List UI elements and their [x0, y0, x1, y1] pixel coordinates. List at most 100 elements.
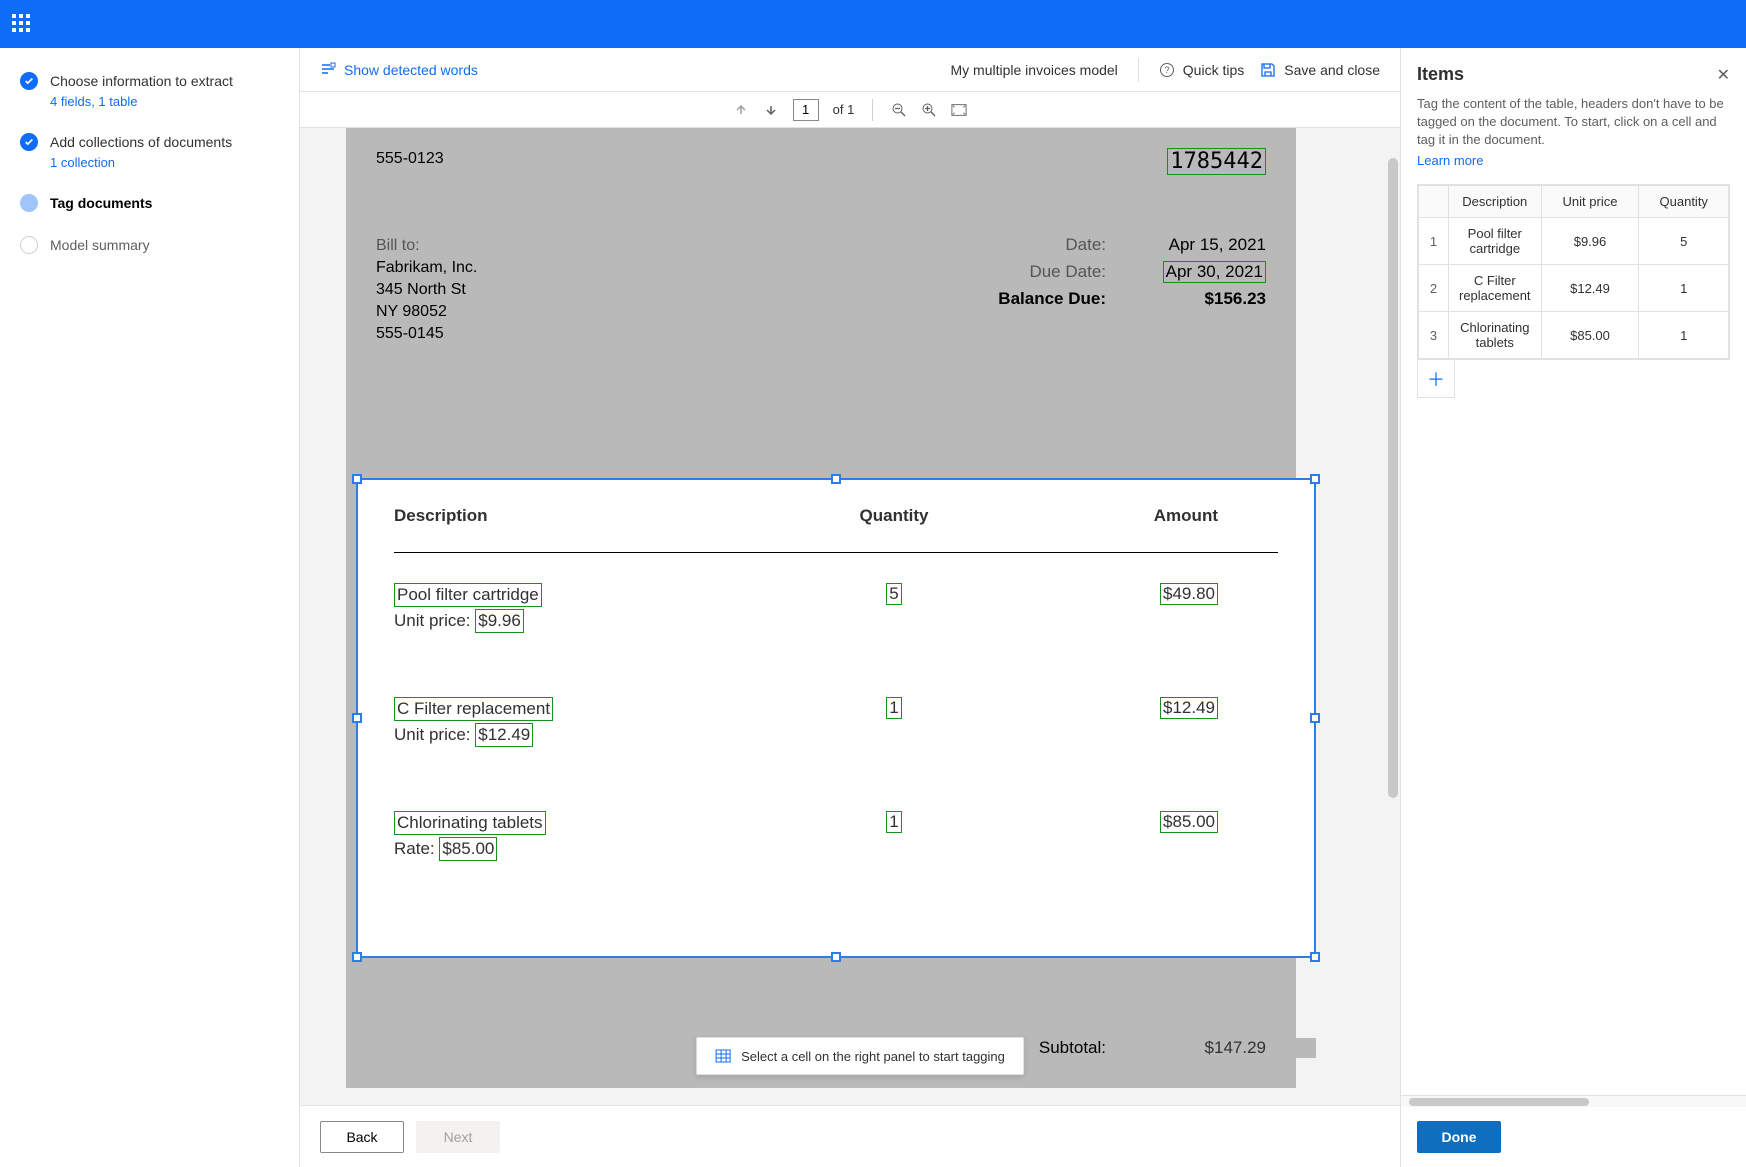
- table-row[interactable]: 3 Chlorinating tablets $85.00 1: [1419, 312, 1729, 359]
- steps-sidebar: Choose information to extract 4 fields, …: [0, 48, 300, 1167]
- bill-to-line: Fabrikam, Inc.: [376, 257, 477, 279]
- cell-quantity[interactable]: 1: [1639, 265, 1729, 312]
- panel-help-text: Tag the content of the table, headers do…: [1417, 95, 1730, 149]
- bill-to-line: 555-0145: [376, 323, 477, 345]
- resize-handle[interactable]: [831, 952, 841, 962]
- step-title: Tag documents: [50, 194, 152, 212]
- back-button[interactable]: Back: [320, 1121, 404, 1153]
- arrow-up-icon[interactable]: [733, 102, 749, 118]
- check-icon: [20, 72, 38, 90]
- step-title: Model summary: [50, 236, 150, 254]
- show-detected-words-button[interactable]: Show detected words: [320, 62, 478, 78]
- step-add-collections[interactable]: Add collections of documents 1 collectio…: [20, 133, 279, 170]
- horizontal-scrollbar[interactable]: [1401, 1095, 1746, 1107]
- cell-quantity[interactable]: 1: [1639, 312, 1729, 359]
- cell-unit-price[interactable]: $9.96: [1541, 218, 1639, 265]
- resize-handle[interactable]: [831, 474, 841, 484]
- done-button[interactable]: Done: [1417, 1121, 1501, 1153]
- close-icon[interactable]: ✕: [1717, 65, 1730, 85]
- text-annotation-icon: [320, 62, 336, 78]
- date-value: Apr 15, 2021: [1146, 235, 1266, 255]
- model-name-label: My multiple invoices model: [951, 62, 1118, 78]
- viewer-controls: of 1: [300, 92, 1400, 128]
- svg-text:?: ?: [1164, 65, 1169, 75]
- qty-tag[interactable]: 5: [886, 583, 901, 605]
- save-and-close-button[interactable]: Save and close: [1260, 62, 1380, 78]
- step-model-summary[interactable]: Model summary: [20, 236, 279, 254]
- step-title: Add collections of documents: [50, 133, 232, 151]
- save-icon: [1260, 62, 1276, 78]
- page-count-label: of 1: [833, 102, 855, 117]
- separator: [872, 99, 873, 121]
- learn-more-link[interactable]: Learn more: [1417, 153, 1730, 168]
- zoom-in-icon[interactable]: [921, 102, 937, 118]
- help-icon: ?: [1159, 62, 1175, 78]
- current-step-icon: [20, 194, 38, 212]
- toolbar-label: Show detected words: [344, 62, 478, 78]
- desc-tag[interactable]: C Filter replacement: [394, 697, 553, 721]
- cell-description[interactable]: C Filter replacement: [1449, 265, 1542, 312]
- scrollbar-thumb[interactable]: [1388, 158, 1398, 798]
- bill-to-line: 345 North St: [376, 279, 477, 301]
- resize-handle[interactable]: [352, 713, 362, 723]
- items-panel: Items ✕ Tag the content of the table, he…: [1400, 48, 1746, 1167]
- cell-unit-price[interactable]: $85.00: [1541, 312, 1639, 359]
- document-toolbar: Show detected words My multiple invoices…: [300, 48, 1400, 92]
- bill-to-line: NY 98052: [376, 301, 477, 323]
- desc-tag[interactable]: Pool filter cartridge: [394, 583, 542, 607]
- table-selection-region[interactable]: Description Quantity Amount Pool filter …: [356, 478, 1316, 958]
- add-row-button[interactable]: ＋: [1417, 360, 1455, 398]
- table-row: C Filter replacement Unit price: $12.49 …: [394, 697, 1278, 747]
- unit-price-tag[interactable]: $9.96: [475, 609, 524, 633]
- cell-description[interactable]: Pool filter cartridge: [1449, 218, 1542, 265]
- fit-page-icon[interactable]: [951, 102, 967, 118]
- date-label: Date:: [986, 235, 1106, 255]
- resize-handle[interactable]: [352, 474, 362, 484]
- balance-due-value: $156.23: [1146, 289, 1266, 309]
- unit-price-tag[interactable]: $85.00: [439, 837, 497, 861]
- tagging-hint: Select a cell on the right panel to star…: [696, 1037, 1024, 1075]
- unit-label: Rate:: [394, 839, 435, 858]
- amount-tag[interactable]: $12.49: [1160, 697, 1218, 719]
- resize-handle[interactable]: [1310, 474, 1320, 484]
- po-number-tag[interactable]: 1785442: [1167, 148, 1266, 175]
- document-canvas[interactable]: 555-0123 1785442 Bill to: Fabrika: [300, 128, 1400, 1105]
- step-choose-information[interactable]: Choose information to extract 4 fields, …: [20, 72, 279, 109]
- col-header-unit-price: Unit price: [1541, 186, 1639, 218]
- table-row[interactable]: 2 C Filter replacement $12.49 1: [1419, 265, 1729, 312]
- wizard-footer: Back Next: [300, 1105, 1400, 1167]
- step-tag-documents[interactable]: Tag documents: [20, 194, 279, 212]
- zoom-out-icon[interactable]: [891, 102, 907, 118]
- cell-description[interactable]: Chlorinating tablets: [1449, 312, 1542, 359]
- next-button: Next: [416, 1121, 500, 1153]
- amount-tag[interactable]: $49.80: [1160, 583, 1218, 605]
- unit-price-tag[interactable]: $12.49: [475, 723, 533, 747]
- col-header-amount: Amount: [994, 506, 1278, 526]
- resize-handle[interactable]: [352, 952, 362, 962]
- resize-handle[interactable]: [1310, 952, 1320, 962]
- balance-due-label: Balance Due:: [986, 289, 1106, 309]
- page-number-input[interactable]: [793, 99, 819, 121]
- arrow-down-icon[interactable]: [763, 102, 779, 118]
- quick-tips-button[interactable]: ? Quick tips: [1159, 62, 1244, 78]
- unit-label: Unit price:: [394, 611, 471, 630]
- cell-unit-price[interactable]: $12.49: [1541, 265, 1639, 312]
- amount-tag[interactable]: $85.00: [1160, 811, 1218, 833]
- unit-label: Unit price:: [394, 725, 471, 744]
- qty-tag[interactable]: 1: [886, 811, 901, 833]
- subtotal-value: $147.29: [1146, 1038, 1266, 1058]
- resize-handle[interactable]: [1310, 713, 1320, 723]
- check-icon: [20, 133, 38, 151]
- table-row: Chlorinating tablets Rate: $85.00 1 $85.…: [394, 811, 1278, 861]
- qty-tag[interactable]: 1: [886, 697, 901, 719]
- panel-title: Items: [1417, 64, 1464, 85]
- desc-tag[interactable]: Chlorinating tablets: [394, 811, 546, 835]
- step-title: Choose information to extract: [50, 72, 233, 90]
- step-subtitle: 1 collection: [50, 155, 232, 170]
- table-row[interactable]: 1 Pool filter cartridge $9.96 5: [1419, 218, 1729, 265]
- scrollbar-track[interactable]: [1386, 128, 1400, 1105]
- app-launcher-icon[interactable]: [12, 14, 32, 34]
- cell-quantity[interactable]: 5: [1639, 218, 1729, 265]
- col-header-quantity: Quantity: [1639, 186, 1729, 218]
- due-date-tag[interactable]: Apr 30, 2021: [1163, 261, 1266, 283]
